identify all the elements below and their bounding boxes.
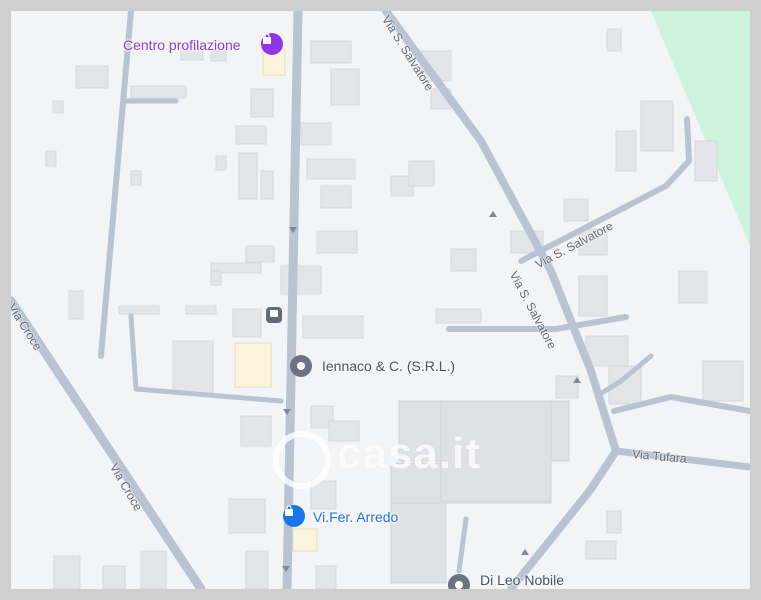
poi-label: Centro profilazione	[123, 37, 241, 53]
map-pin-icon	[448, 574, 470, 589]
poi-label: Di Leo Nobile	[480, 572, 565, 588]
poi-label: Iennaco & C. (S.R.L.)	[322, 358, 456, 374]
lot-vifer	[292, 528, 318, 552]
map-canvas[interactable]: Via S. Salvatore Via S. Salvatore Via S.…	[11, 11, 750, 589]
roads	[11, 11, 750, 589]
map-pin-icon	[290, 355, 312, 377]
poi-label: Vi.Fer. Arredo	[313, 509, 399, 525]
watermark-logo-icon	[273, 431, 331, 489]
watermark-text: casa.it	[337, 429, 481, 478]
map-layer	[11, 11, 750, 589]
map-frame: Via S. Salvatore Via S. Salvatore Via S.…	[0, 0, 761, 600]
shopping-bag-icon	[261, 33, 283, 55]
lot-iennaco	[234, 342, 272, 388]
shopping-bag-icon	[283, 505, 305, 527]
